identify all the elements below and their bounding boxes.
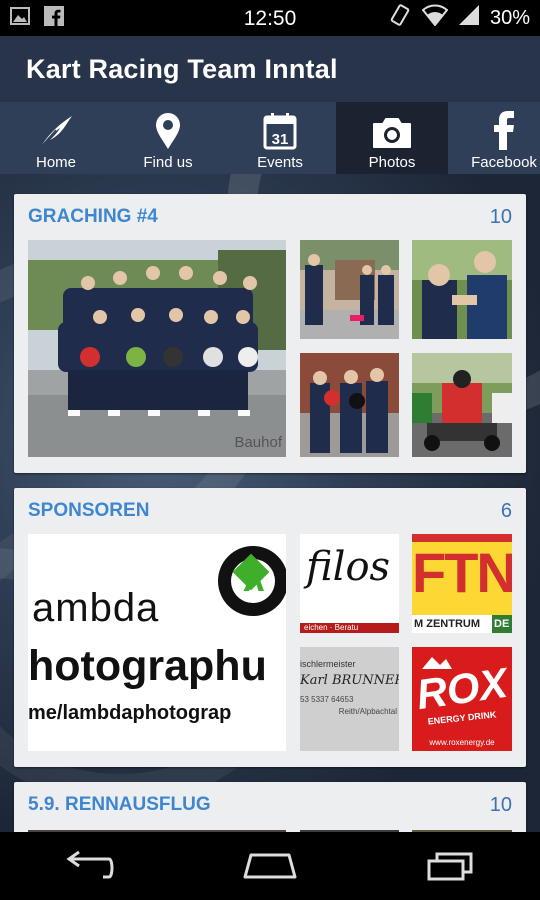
album-count: 6 [500,499,512,522]
app-bar: Kart Racing Team Inntal [0,36,540,102]
album-card-rennausflug[interactable]: 5.9. RENNAUSFLUG 10 [14,782,526,832]
tab-find-us[interactable]: Find us [112,102,224,174]
app-title: Kart Racing Team Inntal [26,53,338,84]
album-count: 10 [489,205,512,228]
tab-facebook[interactable]: Facebook [448,102,540,174]
tab-photos-label: Photos [368,154,416,171]
battery-percent: 30% [489,6,530,29]
sponsor-lambda-photography-logo[interactable]: λ ambda hotographu me/lambdaphotograp [28,534,286,751]
photo-thumbnail[interactable] [412,353,512,457]
album-photo-grid: Bauhof [28,240,512,457]
photo-albums-list[interactable]: GRACHING #4 10 Bauhof SPONSOREN 6 λ ambd… [0,174,540,832]
album-card-graching[interactable]: GRACHING #4 10 Bauhof [14,194,526,473]
svg-text:31: 31 [272,131,289,148]
home-button[interactable] [230,841,310,891]
back-button[interactable] [50,841,130,891]
album-card-sponsoren[interactable]: SPONSOREN 6 λ ambda hotographu me/lambda… [14,488,526,767]
camera-icon [373,118,411,148]
photo-thumbnail[interactable] [300,353,399,457]
system-navigation-bar [0,832,540,900]
signal-icon [458,4,480,32]
recent-apps-icon [427,852,473,881]
facebook-icon [494,111,514,150]
photo-thumbnail[interactable] [300,240,399,339]
tab-photos[interactable]: Photos [336,102,448,174]
photo-team-group[interactable]: Bauhof [28,240,286,457]
album-count: 10 [489,793,512,816]
tab-events-label: Events [257,154,303,171]
album-photo-grid: λ ambda hotographu me/lambdaphotograp fi… [28,534,512,751]
tab-home-label: Home [35,154,76,171]
status-bar: 12:50 30% [0,0,540,36]
tab-home[interactable]: Home [0,102,112,174]
album-header: 5.9. RENNAUSFLUG 10 [14,782,526,828]
tab-bar: Home Find us 31 Events Photos Facebook [0,102,540,174]
tab-find-us-label: Find us [143,154,193,171]
album-header: SPONSOREN 6 [14,488,526,534]
back-icon [66,851,114,879]
facebook-notification-icon [44,5,64,31]
sponsor-ftn-logo[interactable]: FTN M ZENTRUM DE [412,534,512,633]
feather-icon [39,116,72,149]
calendar-icon: 31 [263,113,297,150]
sponsor-brunner-card[interactable]: ischlermeister Karl BRUNNER 53 5337 6465… [300,647,399,751]
map-pin-icon [156,113,180,149]
sponsor-filos-logo[interactable]: filos eichen · Beratu [300,534,399,633]
vibrate-icon [388,3,412,33]
album-header: GRACHING #4 10 [14,194,526,240]
album-title: GRACHING #4 [28,206,158,227]
photo-watermark: Bauhof [234,434,282,451]
sponsor-rox-logo[interactable]: ROX ENERGY DRINK www.roxenergy.de [412,647,512,751]
recent-apps-button[interactable] [410,841,490,891]
album-title: 5.9. RENNAUSFLUG [28,794,211,815]
album-title: SPONSOREN [28,500,150,521]
home-icon [243,853,297,879]
tab-events[interactable]: 31 Events [224,102,336,174]
wifi-icon [421,4,449,32]
tab-facebook-label: Facebook [471,154,537,171]
image-notification-icon [10,6,30,30]
photo-thumbnail[interactable] [412,240,512,339]
